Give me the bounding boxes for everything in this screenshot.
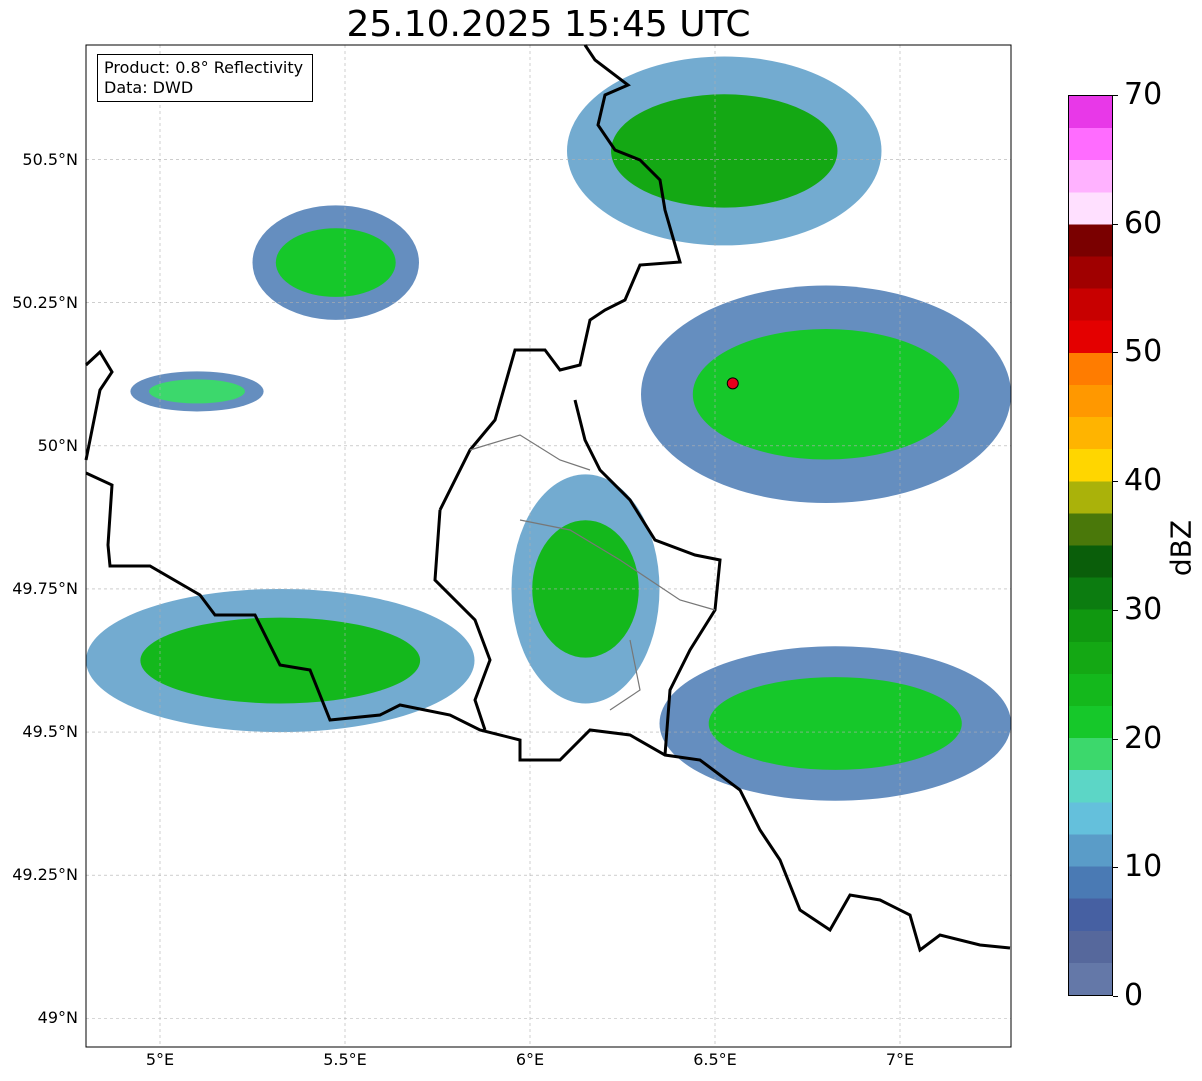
longitude-label: 6°E: [515, 1050, 545, 1069]
echo-core: [692, 328, 960, 460]
latitude-label: 49°N: [37, 1008, 78, 1028]
colorbar-tick: [1113, 738, 1118, 740]
colorbar-tick: [1113, 481, 1118, 483]
echo-core: [708, 677, 962, 770]
colorbar-tick: [1113, 609, 1118, 611]
product-label: Product: 0.8° Reflectivity: [104, 58, 304, 77]
radar-site-marker: [726, 377, 739, 390]
colorbar-tick-label: 40: [1124, 463, 1163, 499]
colorbar-tick: [1113, 95, 1118, 96]
colorbar-tick-label: 10: [1124, 849, 1163, 885]
latitude-label: 50.25°N: [12, 292, 78, 312]
latitude-label: 50.5°N: [22, 149, 78, 169]
colorbar-tick-label: 30: [1124, 591, 1163, 627]
reflectivity-echoes: [86, 56, 1011, 801]
longitude-label: 5°E: [145, 1050, 175, 1069]
colorbar-tick: [1113, 223, 1118, 225]
echo-core: [275, 228, 396, 297]
colorbar: [1068, 95, 1113, 996]
longitude-label: 5.5°E: [323, 1050, 367, 1069]
latitude-label: 49.75°N: [12, 578, 78, 598]
colorbar-tick-label: 20: [1124, 720, 1163, 756]
echo-core: [149, 379, 245, 404]
latitude-label: 49.25°N: [12, 865, 78, 885]
latitude-label: 50°N: [37, 435, 78, 455]
echo-core: [611, 94, 838, 208]
echo-core: [140, 617, 421, 704]
data-source-label: Data: DWD: [104, 78, 194, 97]
latitude-label: 49.5°N: [22, 722, 78, 742]
colorbar-tick-label: 60: [1124, 205, 1163, 241]
colorbar-tick: [1113, 352, 1118, 354]
colorbar-tick-label: 70: [1124, 77, 1163, 112]
colorbar-tick: [1113, 867, 1118, 869]
radar-map: [84, 44, 1012, 1048]
colorbar-tick-label: 0: [1124, 978, 1144, 1013]
longitude-label: 6.5°E: [693, 1050, 737, 1069]
info-box: Product: 0.8° Reflectivity Data: DWD: [97, 54, 313, 102]
longitude-label: 7°E: [885, 1050, 915, 1069]
border-west: [84, 349, 114, 461]
colorbar-label: dBZ: [1164, 519, 1198, 577]
colorbar-tick-label: 50: [1124, 334, 1163, 370]
colorbar-tick: [1113, 996, 1118, 997]
